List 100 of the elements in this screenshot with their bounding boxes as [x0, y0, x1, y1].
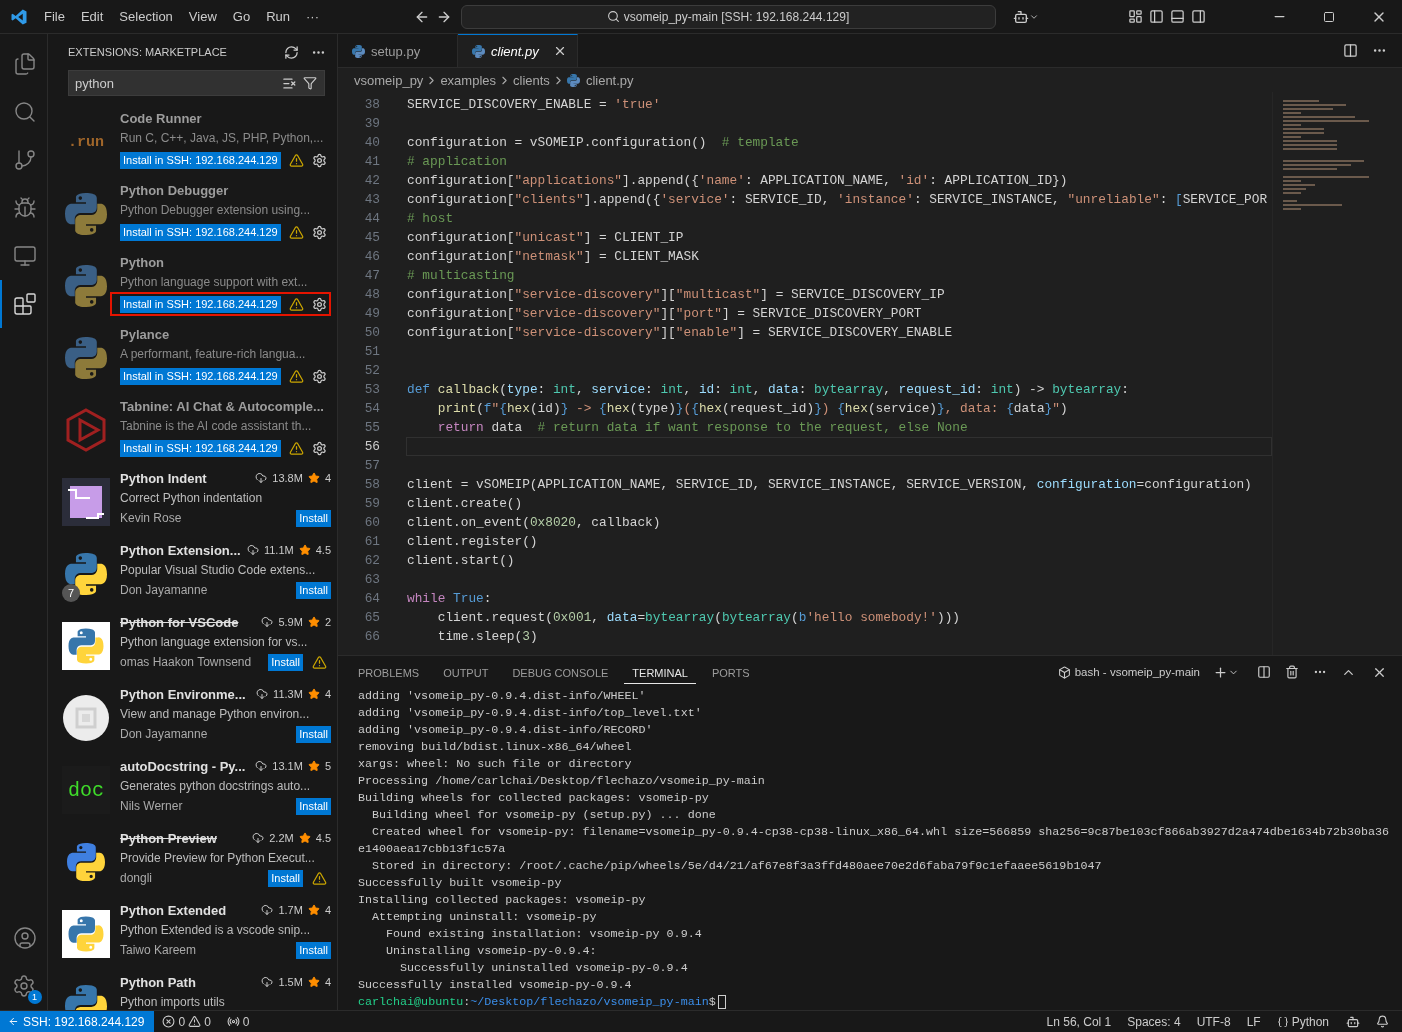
menu-item[interactable]: Go [224, 9, 259, 24]
language-mode[interactable]: Python [1291, 1014, 1329, 1029]
extension-item[interactable]: Python Python language support with ext... Install in SSH: 192.168.244.129 [48, 252, 337, 324]
error-count[interactable]: 0 [178, 1014, 186, 1029]
menu-item[interactable]: ··· [298, 9, 327, 24]
install-button[interactable]: Install [268, 869, 303, 887]
extension-name: Pylance [120, 326, 171, 342]
install-button[interactable]: Install in SSH: 192.168.244.129 [120, 295, 281, 313]
extension-item[interactable]: Python Extended 1.7M 4 Python Extended is a vscode snip... Taiwo Kareem Install [48, 900, 337, 972]
code-line: # host [406, 210, 455, 228]
extension-description: Correct Python indentation [120, 490, 263, 507]
settings-icon[interactable] [311, 296, 327, 312]
line-number: 59 [363, 496, 380, 511]
download-count: 1.5M [278, 976, 303, 988]
extension-item[interactable]: 7 Python Extension... 11.1M 4.5 Popular Visual Studio Code extens... Don Jayamanne Install [48, 540, 337, 612]
menu-item[interactable]: Selection [111, 9, 181, 24]
extension-item[interactable]: Python Indent 13.8M 4 Correct Python indentation Kevin Rose Install [48, 468, 337, 540]
breadcrumb-item[interactable]: client.py [585, 72, 634, 88]
star-icon [298, 544, 311, 556]
menu-item[interactable]: Edit [72, 9, 112, 24]
extension-item[interactable]: Python Preview 2.2M 4.5 Provide Preview for Python Execut... dongli Install [48, 828, 337, 900]
panel-tab[interactable]: OUTPUT [435, 660, 497, 684]
indentation[interactable]: Spaces: 4 [1119, 1014, 1189, 1029]
code-line: client.create() [406, 495, 524, 513]
line-number: 43 [363, 192, 380, 207]
download-count: 13.1M [272, 760, 303, 772]
panel-tab[interactable]: DEBUG CONSOLE [504, 660, 617, 684]
ports-count[interactable]: 0 [242, 1014, 250, 1029]
breadcrumb-item[interactable]: examples [440, 72, 496, 88]
extension-name: Python Preview [120, 830, 218, 846]
cursor-position[interactable]: Ln 56, Col 1 [1038, 1014, 1120, 1029]
panel-tab[interactable]: TERMINAL [624, 660, 696, 684]
menu-item[interactable]: File [36, 9, 73, 24]
terminal-name[interactable]: bash - vsomeip_py-main [1074, 666, 1200, 678]
panel-tab[interactable]: PROBLEMS [350, 660, 428, 684]
line-ending[interactable]: LF [1238, 1014, 1269, 1029]
install-button[interactable]: Install in SSH: 192.168.244.129 [120, 151, 281, 169]
extension-description: Python Debugger extension using... [120, 202, 311, 219]
install-button[interactable]: Install [268, 653, 303, 671]
settings-icon[interactable] [311, 368, 327, 384]
code-line: def callback(type: int, service: int, id: int, data: bytearray, request_id: int) -> bytearray: [406, 381, 1130, 399]
extension-item[interactable]: Python for VSCode 5.9M 2 Python language extension for vs... omas Haakon Townsend Install [48, 612, 337, 684]
extension-author: Don Jayamanne [120, 727, 209, 741]
sidebar-title: EXTENSIONS: MARKETPLACE [68, 46, 228, 58]
command-center-search[interactable]: vsomeip_py-main [SSH: 192.168.244.129] [460, 4, 996, 29]
encoding[interactable]: UTF-8 [1188, 1014, 1239, 1029]
line-number: 63 [363, 572, 380, 587]
install-button[interactable]: Install [296, 581, 331, 599]
extension-item[interactable]: Python Debugger Python Debugger extension using... Install in SSH: 192.168.244.129 [48, 180, 337, 252]
menu-item[interactable]: Run [258, 9, 298, 24]
extension-author: omas Haakon Townsend [120, 655, 253, 669]
extension-description: Tabnine is the AI code assistant th... [120, 418, 312, 435]
extension-name: Code Runner [120, 110, 203, 126]
line-number: 61 [363, 534, 380, 549]
braces-icon [1276, 1015, 1289, 1028]
rating: 4 [324, 904, 331, 916]
extension-item[interactable]: Pylance A performant, feature-rich langua... Install in SSH: 192.168.244.129 [48, 324, 337, 396]
settings-icon[interactable] [11, 974, 36, 998]
install-button[interactable]: Install [296, 509, 331, 527]
download-icon [246, 544, 259, 556]
install-button[interactable]: Install in SSH: 192.168.244.129 [120, 439, 281, 457]
terminal-line: Successfully uninstalled vsomeip-py-0.9.4 [399, 960, 689, 977]
menu-item[interactable]: View [180, 9, 225, 24]
line-number: 44 [363, 211, 380, 226]
install-button[interactable]: Install [296, 797, 331, 815]
python-file-icon [352, 44, 365, 58]
extension-name: Python for VSCode [120, 614, 240, 630]
extension-description: Popular Visual Studio Code extens... [120, 562, 316, 579]
search-input[interactable]: python [69, 71, 279, 95]
terminal-prompt[interactable]: carlchai@ubuntu:~/Desktop/flechazo/vsomeip_py-main$ [358, 994, 1402, 1010]
settings-icon[interactable] [311, 224, 327, 240]
warning-icon [288, 368, 304, 384]
terminal-line: Building wheels for collected packages: vsomeip-py [358, 790, 710, 807]
line-number: 57 [363, 458, 380, 473]
settings-icon[interactable] [311, 440, 327, 456]
download-count: 5.9M [278, 616, 303, 628]
warning-count[interactable]: 0 [204, 1014, 211, 1029]
remote-indicator[interactable]: SSH: 192.168.244.129 [0, 1011, 155, 1032]
panel-tab[interactable]: PORTS [703, 660, 758, 684]
extension-item[interactable]: doc autoDocstring - Py... 13.1M 5 Generates python docstrings auto... Nils Werner Install [48, 756, 337, 828]
extension-item[interactable]: .run Code Runner Run C, C++, Java, JS, PHP, Python,... Install in SSH: 192.168.244.129 [48, 108, 337, 180]
download-count: 11.3M [273, 688, 303, 700]
install-button[interactable]: Install [296, 725, 331, 743]
install-button[interactable]: Install in SSH: 192.168.244.129 [120, 367, 281, 385]
breadcrumb-item[interactable]: clients [513, 72, 550, 88]
code-line: client = vSOMEIP(APPLICATION_NAME, SERVICE_ID, SERVICE_INSTANCE, SERVICE_VERSION, configuration=configuration) [406, 476, 1253, 494]
breadcrumb-item[interactable]: vsomeip_py [354, 72, 424, 88]
extension-item[interactable]: Python Path 1.5M 4 Python imports utils [48, 972, 337, 1010]
extension-item[interactable]: Tabnine: AI Chat & Autocomple... Tabnine is the AI code assistant th... Install in SSH: 192.168.244.129 [48, 396, 337, 468]
terminal-line: Successfully installed vsomeip-py-0.9.4 [358, 977, 633, 994]
extension-item[interactable]: Python Environme... 11.3M 4 View and manage Python environ... Don Jayamanne Install [48, 684, 337, 756]
code-line: configuration["service-discovery"]["multicast"] = SERVICE_DISCOVERY_IP [406, 286, 946, 304]
close-icon[interactable] [553, 44, 567, 58]
install-button[interactable]: Install in SSH: 192.168.244.129 [120, 223, 281, 241]
extension-author: Don Jayamanne [120, 583, 209, 597]
search-field[interactable]: python [68, 70, 325, 96]
editor-tab[interactable]: client.py [458, 34, 578, 67]
settings-icon[interactable] [311, 152, 327, 168]
install-button[interactable]: Install [296, 941, 331, 959]
star-icon [307, 616, 320, 628]
